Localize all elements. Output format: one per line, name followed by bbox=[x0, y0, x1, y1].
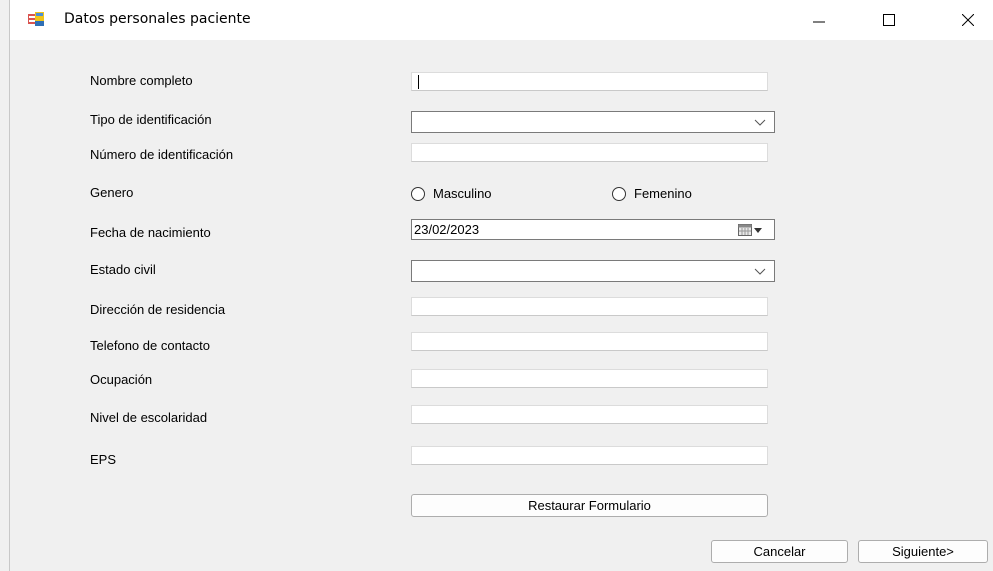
label-nivel-escolaridad: Nivel de escolaridad bbox=[90, 410, 208, 425]
window-title: Datos personales paciente bbox=[64, 11, 251, 27]
label-genero: Genero bbox=[90, 185, 134, 200]
label-fecha-nacimiento: Fecha de nacimiento bbox=[90, 225, 211, 240]
label-nombre-completo: Nombre completo bbox=[90, 73, 193, 88]
radio-masculino[interactable]: Masculino bbox=[411, 186, 492, 201]
numero-identificacion-input[interactable] bbox=[411, 143, 768, 162]
eps-input[interactable] bbox=[411, 446, 768, 465]
calendar-icon bbox=[738, 224, 752, 236]
estado-civil-select[interactable] bbox=[411, 260, 775, 282]
siguiente-button[interactable]: Siguiente> bbox=[858, 540, 988, 563]
title-bar[interactable]: Datos personales paciente bbox=[10, 0, 993, 40]
minimize-button[interactable] bbox=[796, 4, 842, 36]
fecha-nacimiento-picker[interactable]: 23/02/2023 bbox=[411, 219, 775, 240]
tipo-identificacion-select[interactable] bbox=[411, 111, 775, 133]
nombre-completo-input[interactable] bbox=[411, 72, 768, 91]
direccion-residencia-input[interactable] bbox=[411, 297, 768, 316]
chevron-down-icon bbox=[754, 119, 766, 126]
close-button[interactable] bbox=[945, 4, 991, 36]
ocupacion-input[interactable] bbox=[411, 369, 768, 388]
restaurar-formulario-button[interactable]: Restaurar Formulario bbox=[411, 494, 768, 517]
cancelar-button[interactable]: Cancelar bbox=[711, 540, 848, 563]
text-caret bbox=[418, 75, 419, 89]
form-app-icon bbox=[28, 12, 44, 26]
label-ocupacion: Ocupación bbox=[90, 372, 153, 387]
maximize-icon bbox=[883, 14, 895, 26]
label-numero-identificacion: Número de identificación bbox=[90, 147, 234, 162]
minimize-icon bbox=[813, 21, 825, 23]
label-telefono-contacto: Telefono de contacto bbox=[90, 338, 210, 353]
maximize-button[interactable] bbox=[866, 4, 912, 36]
label-tipo-identificacion: Tipo de identificación bbox=[90, 112, 212, 127]
label-eps: EPS bbox=[90, 452, 117, 467]
telefono-contacto-input[interactable] bbox=[411, 332, 768, 351]
close-icon bbox=[962, 14, 974, 26]
label-estado-civil: Estado civil bbox=[90, 262, 156, 277]
radio-femenino[interactable]: Femenino bbox=[612, 186, 692, 201]
radio-circle-icon bbox=[612, 186, 626, 201]
fecha-nacimiento-value: 23/02/2023 bbox=[414, 222, 480, 237]
nivel-escolaridad-input[interactable] bbox=[411, 405, 768, 424]
radio-circle-icon bbox=[411, 186, 425, 201]
chevron-down-icon bbox=[754, 268, 766, 275]
label-direccion-residencia: Dirección de residencia bbox=[90, 302, 226, 317]
dropdown-arrow-icon bbox=[754, 228, 762, 233]
